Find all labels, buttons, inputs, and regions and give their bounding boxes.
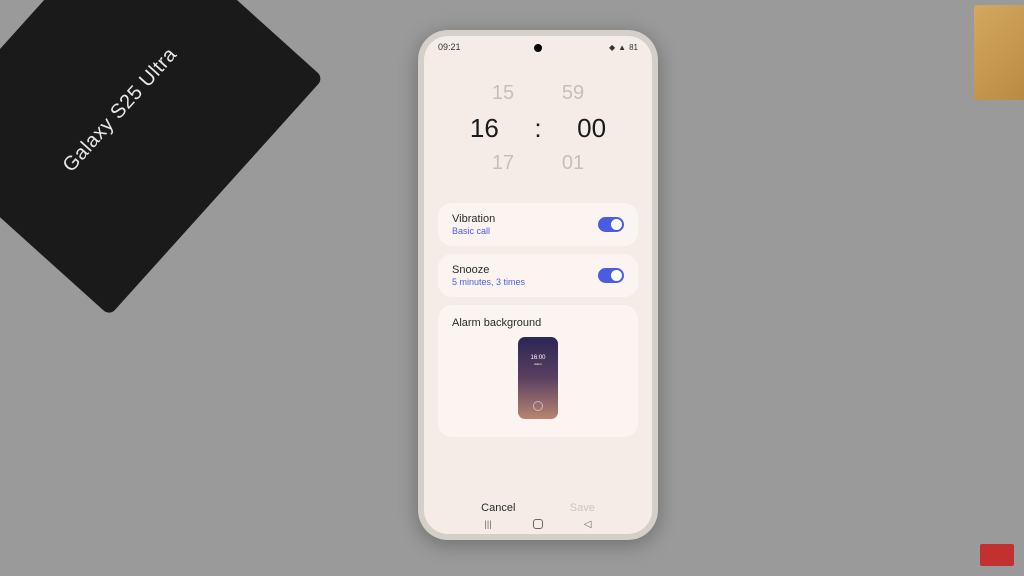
snooze-toggle[interactable] <box>598 268 624 283</box>
phone-screen: 09:21 ◆ ▲ 81 15 59 16 : 00 17 01 <box>424 36 652 534</box>
product-box: Galaxy S25 Ultra <box>0 0 324 316</box>
back-icon[interactable]: ◁ <box>584 519 592 530</box>
selected-minute[interactable]: 00 <box>572 113 612 144</box>
vibration-toggle[interactable] <box>598 217 624 232</box>
settings-list: Vibration Basic call Snooze 5 minutes, 3… <box>438 203 638 437</box>
time-row-active[interactable]: 16 : 00 <box>424 108 652 148</box>
vibration-title: Vibration <box>452 213 495 225</box>
background-setting[interactable]: Alarm background 16:00 Alarm <box>438 305 638 437</box>
wifi-icon: ◆ <box>609 43 615 52</box>
time-picker[interactable]: 15 59 16 : 00 17 01 <box>424 58 652 203</box>
home-icon[interactable] <box>533 519 543 529</box>
vibration-sub: Basic call <box>452 226 495 236</box>
signal-icon: ▲ <box>618 43 626 52</box>
wood-block <box>974 5 1024 100</box>
snooze-sub: 5 minutes, 3 times <box>452 277 525 287</box>
preview-dismiss-icon <box>533 401 543 411</box>
status-icons: ◆ ▲ 81 <box>609 43 638 52</box>
background-preview[interactable]: 16:00 Alarm <box>518 337 558 419</box>
nav-bar: ||| ◁ <box>424 516 652 532</box>
prev-minute[interactable]: 59 <box>553 82 593 105</box>
background-title: Alarm background <box>452 317 541 329</box>
next-hour[interactable]: 17 <box>483 152 523 175</box>
snooze-title: Snooze <box>452 264 525 276</box>
snooze-setting[interactable]: Snooze 5 minutes, 3 times <box>438 254 638 297</box>
save-button[interactable]: Save <box>570 502 595 514</box>
product-box-label: Galaxy S25 Ultra <box>58 43 182 177</box>
preview-sub: Alarm <box>534 362 542 366</box>
vibration-setting[interactable]: Vibration Basic call <box>438 203 638 246</box>
camera-cutout <box>534 44 542 52</box>
preview-time: 16:00 <box>530 355 545 361</box>
cancel-button[interactable]: Cancel <box>481 502 515 514</box>
time-separator: : <box>534 113 541 144</box>
phone-frame: 09:21 ◆ ▲ 81 15 59 16 : 00 17 01 <box>418 30 658 540</box>
battery-level: 81 <box>629 43 638 52</box>
selected-hour[interactable]: 16 <box>464 113 504 144</box>
bottom-buttons: Cancel Save <box>424 502 652 514</box>
status-time: 09:21 <box>438 42 461 52</box>
watermark <box>980 544 1014 566</box>
time-row-next[interactable]: 17 01 <box>424 148 652 178</box>
next-minute[interactable]: 01 <box>553 152 593 175</box>
recents-icon[interactable]: ||| <box>485 519 492 529</box>
time-row-prev[interactable]: 15 59 <box>424 78 652 108</box>
prev-hour[interactable]: 15 <box>483 82 523 105</box>
